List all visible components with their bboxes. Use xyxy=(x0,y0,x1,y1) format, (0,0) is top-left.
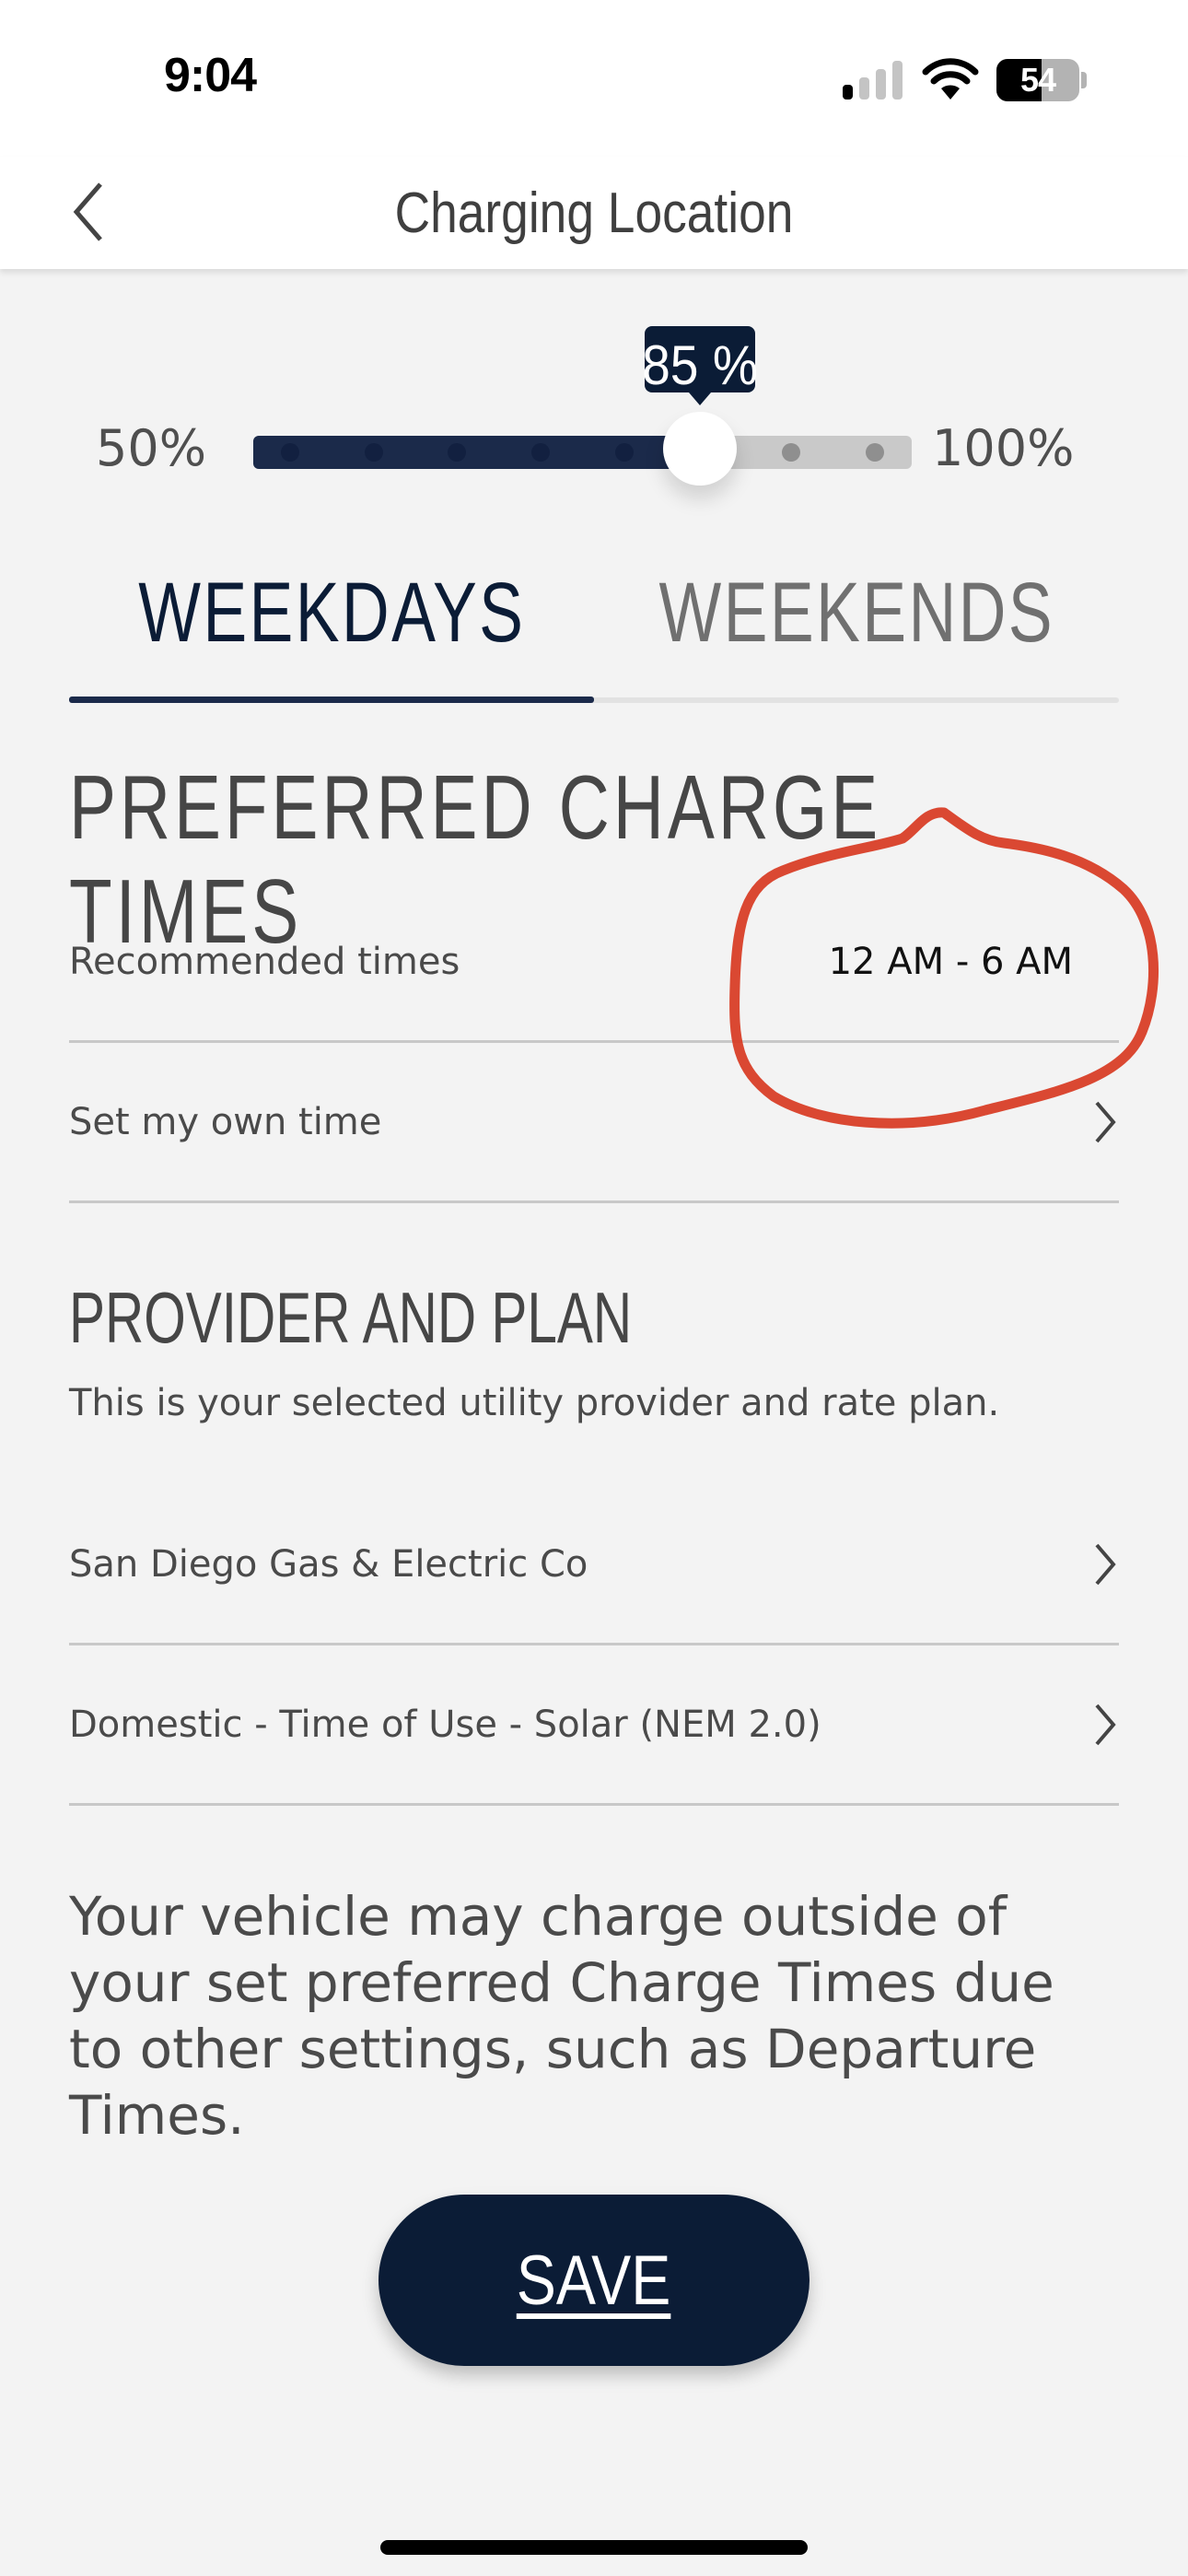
slider-step-dot xyxy=(782,443,801,462)
day-type-tabs: WEEKDAYS WEEKENDS xyxy=(69,562,1119,703)
nav-header: Charging Location xyxy=(0,157,1188,269)
chevron-right-icon xyxy=(1095,1704,1116,1745)
utility-provider-row[interactable]: San Diego Gas & Electric Co xyxy=(69,1485,1119,1645)
recommended-times-label: Recommended times xyxy=(69,940,460,983)
slider-step-dot xyxy=(364,443,383,462)
battery-terminal xyxy=(1081,72,1087,88)
slider-min-label: 50% xyxy=(96,419,207,477)
slider-step-dot xyxy=(531,443,551,462)
set-my-own-time-row[interactable]: Set my own time xyxy=(69,1043,1119,1203)
recommended-times-value: 12 AM - 6 AM xyxy=(828,940,1073,983)
home-indicator xyxy=(380,2540,808,2555)
charge-limit-slider-thumb[interactable] xyxy=(662,412,737,486)
battery-icon: 54 xyxy=(996,59,1079,101)
slider-value-label: 85 % xyxy=(641,334,758,396)
tab-weekends-label: WEEKENDS xyxy=(658,565,1054,660)
recommended-times-row: Recommended times 12 AM - 6 AM xyxy=(69,883,1119,1043)
charge-times-disclaimer: Your vehicle may charge outside of your … xyxy=(69,1885,1054,2147)
charge-limit-slider-track[interactable] xyxy=(253,436,912,469)
utility-provider-label: San Diego Gas & Electric Co xyxy=(69,1542,588,1586)
save-button-label: SAVE xyxy=(517,2241,671,2320)
page-title: Charging Location xyxy=(394,181,794,245)
tab-weekends[interactable]: WEEKENDS xyxy=(594,562,1119,663)
save-button[interactable]: SAVE xyxy=(379,2195,809,2366)
status-bar: 9:04 54 xyxy=(0,0,1188,157)
tab-weekdays[interactable]: WEEKDAYS xyxy=(69,562,594,663)
status-time: 9:04 xyxy=(164,49,257,102)
tab-weekdays-label: WEEKDAYS xyxy=(137,565,526,660)
slider-step-dot xyxy=(614,443,634,462)
chevron-right-icon xyxy=(1095,1543,1116,1585)
slider-max-label: 100% xyxy=(932,419,1075,477)
provider-description: This is your selected utility provider a… xyxy=(69,1382,1000,1424)
rate-plan-label: Domestic - Time of Use - Solar (NEM 2.0) xyxy=(69,1703,821,1746)
slider-step-dot xyxy=(281,443,299,462)
slider-step-dot xyxy=(866,443,884,462)
chevron-right-icon xyxy=(1095,1101,1116,1142)
tab-active-indicator xyxy=(69,697,594,703)
wifi-icon xyxy=(922,58,979,100)
provider-and-plan-heading: PROVIDER AND PLAN xyxy=(69,1277,633,1358)
rate-plan-row[interactable]: Domestic - Time of Use - Solar (NEM 2.0) xyxy=(69,1645,1119,1806)
set-my-own-time-label: Set my own time xyxy=(69,1100,382,1143)
battery-percentage: 54 xyxy=(1019,61,1056,99)
cellular-signal-icon xyxy=(843,61,903,100)
